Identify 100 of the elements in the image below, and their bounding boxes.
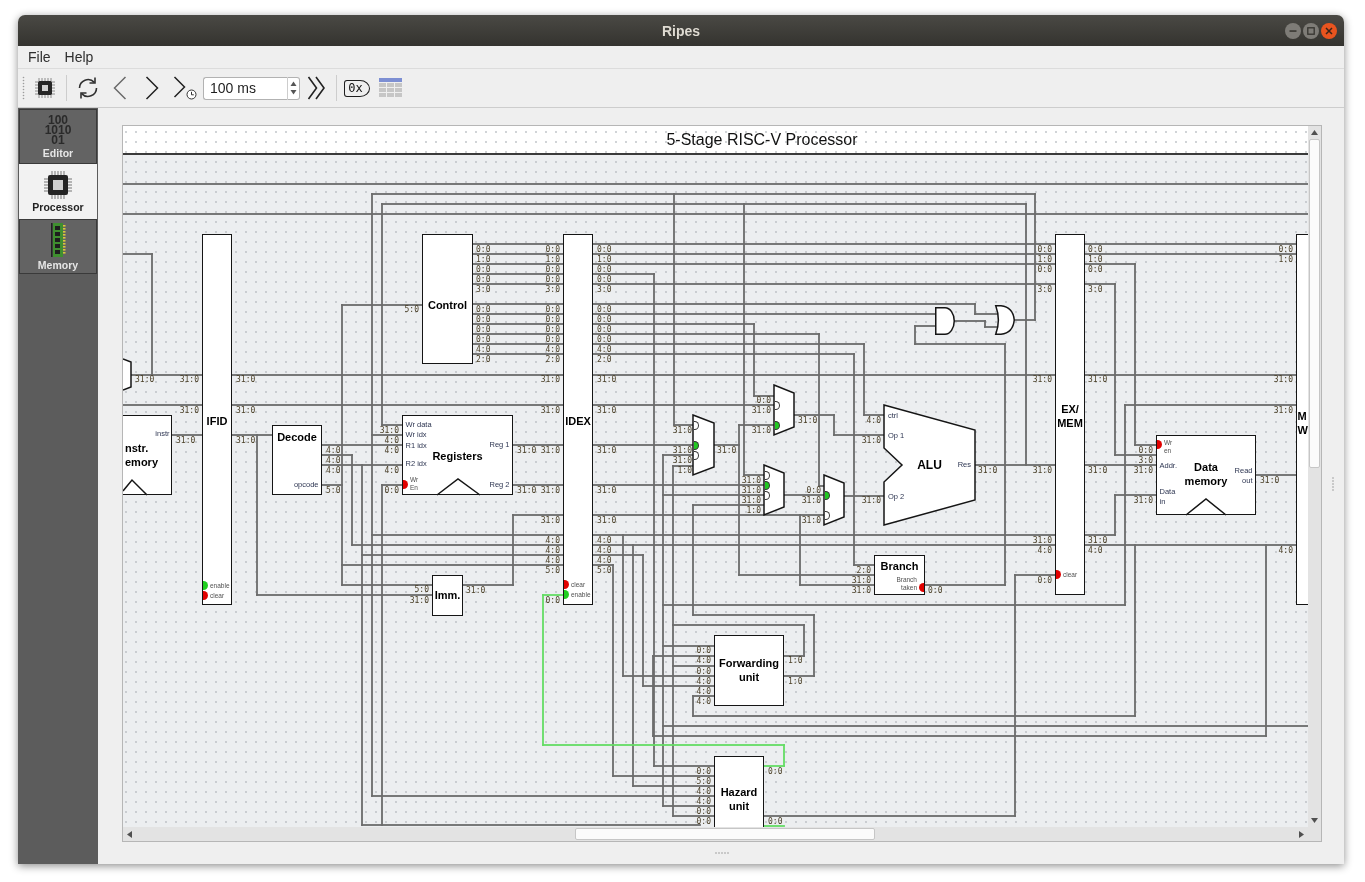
bit-range-label: 0:0 [545, 246, 560, 253]
scroll-left-arrow-icon[interactable] [127, 830, 132, 838]
horizontal-scrollbar[interactable] [123, 827, 1308, 841]
scrollbar-thumb[interactable] [575, 828, 875, 840]
bit-range-label: 3:0 [1088, 286, 1103, 293]
block-title: M W [1297, 408, 1308, 437]
sidebar-tab[interactable]: Memory [19, 219, 97, 274]
bit-range-label: 4:0 [696, 688, 711, 695]
block-title: IFID [206, 413, 228, 428]
bit-range-label: 5:0 [597, 567, 612, 574]
scroll-up-arrow-icon[interactable] [1311, 130, 1318, 135]
bit-range-label: 0:0 [756, 397, 771, 404]
bit-range-label: 1:0 [746, 507, 761, 514]
wire [171, 434, 203, 436]
bit-range-label: 31:0 [672, 457, 692, 464]
bit-range-label: 0:0 [696, 668, 711, 675]
bit-range-label: 0:0 [597, 316, 612, 323]
delay-spinbox[interactable]: 100 ms [203, 76, 287, 100]
bit-range-label: 5:0 [414, 586, 429, 593]
menu-item[interactable]: Help [57, 48, 101, 66]
bit-range-label: 4:0 [597, 346, 612, 353]
bit-range-label: 0:0 [597, 276, 612, 283]
block-title: Imm. [434, 587, 461, 602]
bit-range-label: 0:0 [1037, 246, 1052, 253]
bit-range-label: 3:0 [1037, 286, 1052, 293]
bit-range-label: 31:0 [597, 517, 617, 524]
bit-range-label: 4:0 [326, 447, 341, 454]
bit-range-label: 4:0 [696, 678, 711, 685]
bit-range-label: 31:0 [751, 427, 771, 434]
bit-range-label: 31:0 [672, 427, 692, 434]
block-title: Branch [880, 558, 919, 573]
bit-range-label: 5:0 [545, 567, 560, 574]
bit-range-label: 0:0 [545, 316, 560, 323]
bit-range-label: 1:0 [1278, 256, 1293, 263]
bit-range-label: 31:0 [540, 376, 560, 383]
block-title: Forwarding unit [719, 655, 779, 684]
maximize-button[interactable] [1303, 22, 1319, 39]
menu-item[interactable]: File [21, 48, 58, 66]
bit-range-label: 1:0 [1037, 256, 1052, 263]
bit-range-label: 3:0 [476, 286, 491, 293]
bit-range-label: 0:0 [597, 326, 612, 333]
bit-range-label: 0:0 [597, 266, 612, 273]
bit-range-label: 31:0 [1088, 537, 1108, 544]
bit-range-label: 0:0 [696, 808, 711, 815]
bit-range-label: 31:0 [517, 487, 537, 494]
bit-range-label: 3:0 [545, 286, 560, 293]
bit-range-label: 31:0 [1032, 376, 1052, 383]
drag-handle-icon [22, 76, 25, 100]
bit-range-label: 0:0 [476, 306, 491, 313]
spin-buttons[interactable] [287, 76, 300, 100]
bit-range-label: 31:0 [861, 497, 881, 504]
scrollbar-thumb[interactable] [1309, 139, 1320, 468]
bit-range-label: 4:0 [545, 557, 560, 564]
bit-range-label: 31:0 [597, 376, 617, 383]
scroll-right-arrow-icon[interactable] [1299, 830, 1304, 838]
bit-range-label: 1:0 [788, 657, 803, 664]
bit-range-label: 31:0 [135, 376, 155, 383]
bit-range-label: 1:0 [1088, 256, 1103, 263]
bit-range-label: 1:0 [476, 256, 491, 263]
bit-range-label: 31:0 [1273, 376, 1293, 383]
bit-range-label: 31:0 [540, 407, 560, 414]
bit-range-label: 0:0 [696, 768, 711, 775]
block-title: Data memory [1184, 459, 1228, 488]
bit-range-label: 31:0 [236, 407, 256, 414]
bit-range-label: 0:0 [597, 246, 612, 253]
bit-range-label: 4:0 [545, 537, 560, 544]
bit-range-label: 31:0 [851, 577, 871, 584]
bit-range-label: 31:0 [179, 376, 199, 383]
sidebar-tab[interactable]: 100 1010 01 Editor [19, 109, 97, 164]
close-button[interactable] [1321, 22, 1337, 39]
window-title: Ripes [661, 22, 701, 39]
bit-range-label: 31:0 [801, 497, 821, 504]
minimize-button[interactable] [1285, 22, 1301, 39]
bit-range-label: 3:0 [1138, 457, 1153, 464]
bit-range-label: 31:0 [1032, 467, 1052, 474]
bit-range-label: 31:0 [751, 407, 771, 414]
scroll-down-arrow-icon[interactable] [1311, 818, 1318, 823]
bit-range-label: 4:0 [545, 547, 560, 554]
bit-range-label: 31:0 [861, 437, 881, 444]
binary-digits-icon: 100 1010 01 [44, 114, 72, 145]
bit-range-label: 1:0 [597, 256, 612, 263]
bit-range-label: 4:0 [597, 557, 612, 564]
block-title: Hazard unit [720, 784, 758, 813]
processor-button[interactable] [34, 75, 56, 101]
reset-button[interactable] [76, 75, 100, 101]
bit-range-label: 31:0 [978, 467, 998, 474]
wire [512, 484, 564, 486]
bit-range-label: 0:0 [696, 647, 711, 654]
bit-range-label: 5:0 [696, 778, 711, 785]
bit-range-label: 31:0 [801, 517, 821, 524]
block-title: ALU [917, 458, 942, 472]
bit-range-label: 4:0 [476, 346, 491, 353]
chevron-right-icon [145, 76, 159, 100]
auto-clock-button[interactable] [172, 75, 198, 101]
bit-range-label: 0:0 [384, 487, 399, 494]
bit-range-label: 31:0 [236, 437, 256, 444]
bit-range-label: 31:0 [741, 497, 761, 504]
sidebar-tab[interactable]: Processor [19, 164, 97, 219]
bit-range-label: 0:0 [768, 768, 783, 775]
vertical-scrollbar[interactable] [1308, 126, 1321, 827]
